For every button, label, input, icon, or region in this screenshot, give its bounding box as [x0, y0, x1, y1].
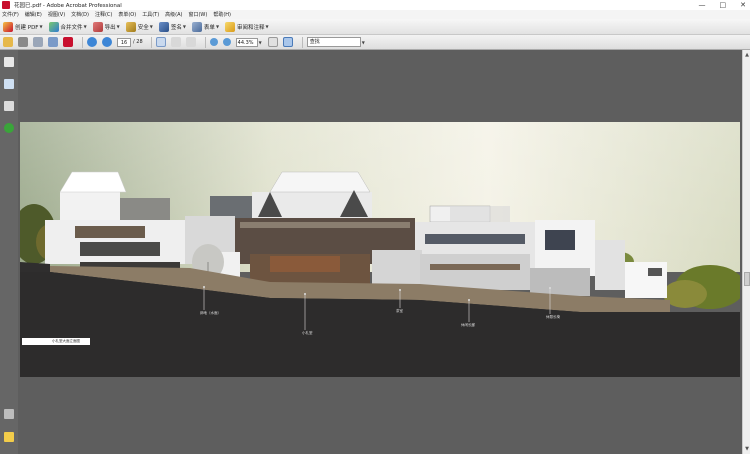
- forms-label: 表单: [203, 24, 215, 31]
- zoom-in-icon[interactable]: [222, 38, 231, 46]
- chevron-down-icon: ▼: [116, 24, 120, 29]
- export-button[interactable]: 导出 ▼: [92, 21, 120, 32]
- review-comment-button[interactable]: 审阅和注释 ▼: [225, 21, 269, 32]
- merge-files-icon: [48, 21, 59, 32]
- search-input[interactable]: 查找: [306, 37, 361, 47]
- drawing-label: 休闲长廊: [461, 323, 475, 327]
- menu-bar: 文件(F) 编辑(E) 视图(V) 文档(D) 注释(C) 表单(O) 工具(T…: [0, 10, 750, 19]
- chevron-down-icon[interactable]: ▼: [362, 40, 365, 45]
- menu-help[interactable]: 帮助(H): [213, 11, 231, 18]
- elevation-drawing: [20, 122, 740, 377]
- menu-comments[interactable]: 注释(C): [95, 11, 112, 18]
- toolbar-divider: [301, 36, 303, 48]
- task-toolbar: 创建 PDF ▼ 合并文件 ▼ 导出 ▼ 安全 ▼ 签名 ▼ 表单 ▼ 审阅和注…: [0, 19, 750, 35]
- scroll-down-icon[interactable]: ▼: [744, 446, 750, 452]
- close-button[interactable]: ✕: [740, 0, 746, 10]
- toolbar-divider: [150, 36, 152, 48]
- page-total: / 28: [133, 39, 143, 45]
- forms-button[interactable]: 表单 ▼: [191, 21, 220, 32]
- form-icon: [191, 21, 202, 32]
- pages-panel-icon[interactable]: [4, 57, 14, 67]
- chevron-down-icon: ▼: [182, 24, 186, 29]
- next-page-icon[interactable]: [102, 37, 112, 47]
- drawing-label: 卵地（水面）: [200, 311, 221, 315]
- security-label: 安全: [137, 24, 149, 31]
- window-controls: — □ ✕: [699, 0, 747, 10]
- acrobat-app-icon: [2, 1, 10, 9]
- menu-tools[interactable]: 工具(T): [142, 11, 159, 18]
- save-icon[interactable]: [33, 37, 43, 47]
- zoom-tool-icon[interactable]: [185, 37, 196, 47]
- review-label: 审阅和注释: [237, 24, 265, 31]
- merge-files-label: 合并文件: [60, 24, 83, 31]
- menu-document[interactable]: 文档(D): [71, 11, 89, 18]
- navigation-toolbar: 16 / 28 44.3% ▼ 查找 ▼: [0, 35, 750, 50]
- sign-button[interactable]: 签名 ▼: [158, 21, 186, 32]
- drawing-label: 休憩长椅: [546, 315, 560, 319]
- scroll-up-icon[interactable]: ▲: [744, 52, 750, 58]
- page-number-input[interactable]: 16: [117, 37, 131, 47]
- comments-panel-icon[interactable]: [4, 432, 14, 442]
- attachments-paperclip-icon[interactable]: [4, 409, 14, 419]
- chevron-down-icon: ▼: [39, 24, 43, 29]
- create-pdf-button[interactable]: 创建 PDF ▼: [3, 21, 43, 32]
- title-bar: 花园已.pdf - Adobe Acrobat Professional — □…: [0, 0, 750, 10]
- menu-forms[interactable]: 表单(O): [118, 11, 136, 18]
- select-tool-icon[interactable]: [155, 37, 166, 47]
- stop-icon[interactable]: [63, 37, 73, 47]
- bookmarks-panel-icon[interactable]: [4, 79, 14, 89]
- open-folder-icon[interactable]: [3, 37, 13, 47]
- chevron-down-icon: ▼: [265, 24, 269, 29]
- zoom-level-input[interactable]: 44.3%: [235, 37, 258, 47]
- menu-edit[interactable]: 编辑(E): [25, 11, 42, 18]
- export-icon: [92, 21, 103, 32]
- toolbar-divider: [82, 36, 83, 48]
- security-button[interactable]: 安全 ▼: [125, 21, 153, 32]
- menu-view[interactable]: 视图(V): [48, 11, 65, 18]
- sign-label: 签名: [170, 24, 182, 31]
- chevron-down-icon: ▼: [83, 24, 87, 29]
- signatures-panel-icon[interactable]: [4, 101, 14, 111]
- pen-icon: [158, 21, 169, 32]
- minimize-button[interactable]: —: [699, 0, 706, 10]
- navigation-pane: [0, 50, 18, 454]
- print-icon[interactable]: [18, 37, 28, 47]
- review-icon: [225, 21, 236, 32]
- previous-page-icon[interactable]: [87, 37, 97, 47]
- window-title: 花园已.pdf - Adobe Acrobat Professional: [14, 3, 122, 9]
- toolbar-divider: [204, 36, 206, 48]
- fit-page-icon[interactable]: [267, 37, 278, 47]
- chevron-down-icon: ▼: [215, 24, 220, 29]
- chevron-down-icon: ▼: [149, 24, 153, 29]
- drawing-label: 小礼堂: [302, 331, 313, 335]
- drawing-label: 茶室: [396, 309, 403, 313]
- menu-window[interactable]: 窗口(W): [188, 11, 207, 18]
- maximize-button[interactable]: □: [720, 0, 727, 10]
- merge-files-button[interactable]: 合并文件 ▼: [48, 21, 87, 32]
- chevron-down-icon[interactable]: ▼: [259, 40, 262, 45]
- menu-advanced[interactable]: 高级(A): [165, 11, 182, 18]
- fit-width-icon[interactable]: [282, 37, 293, 47]
- create-pdf-icon: [3, 21, 13, 32]
- drawing-caption: 小礼堂大面立面图: [22, 338, 90, 345]
- create-pdf-label: 创建 PDF: [15, 24, 39, 31]
- export-label: 导出: [104, 24, 116, 31]
- zoom-out-icon[interactable]: [209, 38, 218, 46]
- vertical-scrollbar[interactable]: ▲ ▼: [742, 50, 750, 454]
- help-icon[interactable]: [4, 123, 14, 133]
- hand-tool-icon[interactable]: [170, 37, 181, 47]
- menu-file[interactable]: 文件(F): [2, 11, 19, 18]
- pdf-page: 卵地（水面） 小礼堂 茶室 休闲长廊 休憩长椅 小礼堂大面立面图: [20, 122, 740, 377]
- lock-icon: [125, 21, 136, 32]
- scrollbar-thumb[interactable]: [744, 272, 750, 286]
- email-icon[interactable]: [48, 37, 58, 47]
